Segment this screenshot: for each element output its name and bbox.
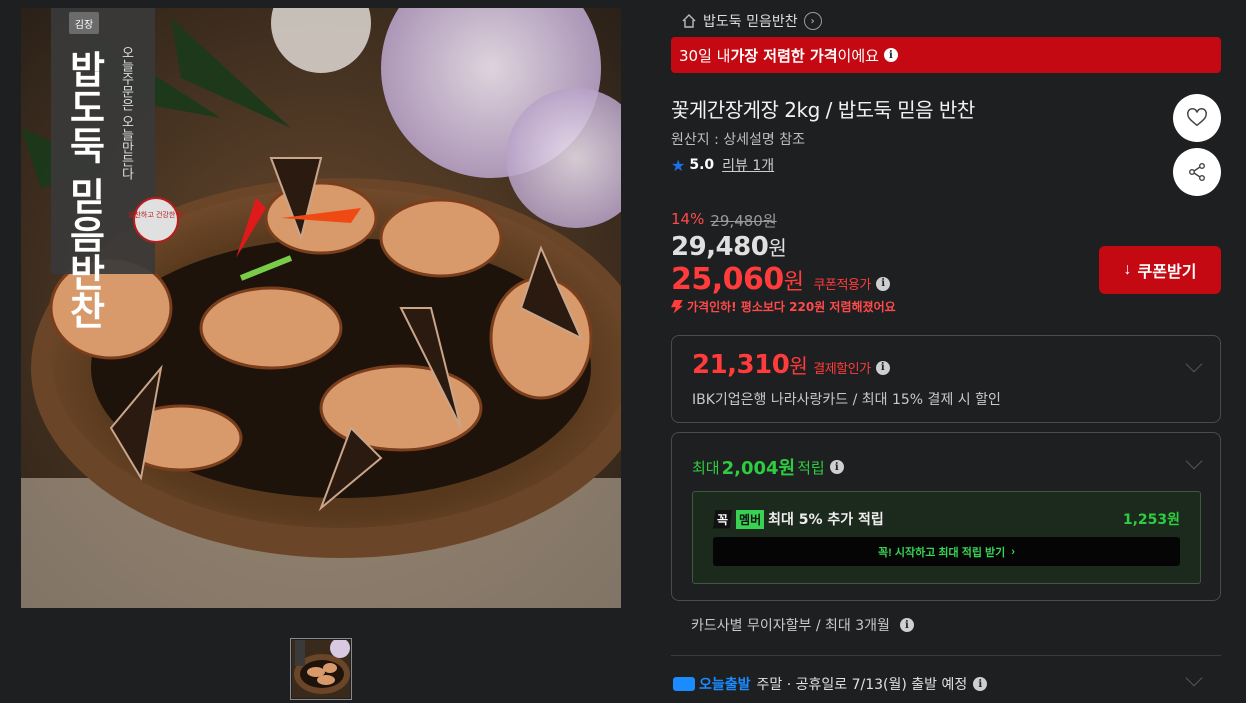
- shipping-info[interactable]: 오늘출발 주말 · 공휴일로 7/13(월) 출발 예정 i: [673, 674, 988, 694]
- truck-icon: [673, 677, 695, 691]
- store-name: 밥도둑 믿음반찬: [703, 14, 798, 30]
- points-amount: 2,004원: [721, 458, 796, 479]
- banner-suffix: 이에요: [837, 46, 879, 65]
- sale-price: 29,480원: [671, 232, 787, 262]
- info-icon[interactable]: i: [875, 276, 890, 291]
- start-membership-button[interactable]: 꼭! 시작하고 최대 적립 받기 ›: [713, 537, 1180, 566]
- label-side: 오늘주문은 오늘만든다: [119, 46, 134, 181]
- home-icon: [682, 14, 696, 28]
- member-text: 최대 5% 추가 적립: [768, 512, 884, 528]
- get-coupon-button[interactable]: ↓ 쿠폰받기: [1099, 246, 1221, 294]
- installment-text: 카드사별 무이자할부 / 최대 3개월: [691, 618, 890, 634]
- label-title: 밥도둑 믿음반찬: [62, 50, 106, 329]
- wish-button[interactable]: [1173, 94, 1221, 142]
- today-ship-label: 오늘출발: [699, 677, 751, 693]
- points-prefix: 최대: [692, 458, 720, 477]
- info-icon[interactable]: i: [973, 677, 988, 691]
- strike-price: 29,480원: [710, 212, 777, 230]
- product-origin: 원산지 : 상세설명 참조: [671, 132, 805, 148]
- card-price-label: 결제할인가: [813, 362, 871, 377]
- discount-row: 14% 29,480원: [671, 210, 777, 231]
- info-icon[interactable]: i: [899, 618, 914, 632]
- price-cut-text: 가격인하! 평소보다 220원 저렴해졌어요: [687, 300, 896, 314]
- divider: [671, 655, 1221, 656]
- points-suffix: 적립: [797, 458, 825, 477]
- heart-icon: [1187, 108, 1207, 127]
- thumbnail-image: [292, 640, 350, 698]
- card-discount-panel[interactable]: 21,310 원 결제할인가 i IBK기업은행 나라사랑카드 / 최대 15% 결…: [671, 335, 1221, 423]
- today-ship-badge: 오늘출발: [673, 674, 751, 694]
- banner-prefix: 30일 내: [679, 46, 731, 65]
- product-title: 꽃게간장게장 2kg / 밥도둑 믿음 반찬: [671, 98, 975, 122]
- label-brand: 김장: [75, 19, 93, 31]
- info-icon[interactable]: i: [883, 48, 898, 62]
- get-coupon-label: 쿠폰받기: [1137, 264, 1197, 281]
- card-discount-desc: IBK기업은행 나라사랑카드 / 최대 15% 결제 시 할인: [692, 392, 1001, 408]
- coupon-price-unit: 원: [783, 270, 804, 295]
- review-link[interactable]: 리뷰 1개: [722, 155, 774, 175]
- price-cut-note: 가격인하! 평소보다 220원 저렴해졌어요: [671, 298, 896, 315]
- share-icon: [1189, 163, 1205, 181]
- shipping-text: 주말 · 공휴일로 7/13(월) 출발 예정: [756, 677, 968, 693]
- points-panel[interactable]: 최대 2,004원 적립 i 꼭 멤버 최대 5% 추가 적립 1,253원 꼭…: [671, 432, 1221, 601]
- coupon-price-tag: 쿠폰적용가: [813, 278, 872, 293]
- card-price-unit: 원: [789, 354, 808, 378]
- share-button[interactable]: [1173, 148, 1221, 196]
- card-discount-price: 21,310 원 결제할인가 i: [692, 350, 890, 380]
- download-icon: ↓: [1123, 261, 1132, 278]
- chevron-down-icon[interactable]: [1185, 452, 1203, 470]
- product-main-image: 김장 밥도둑 믿음반찬 오늘주문은 오늘만든다 알찬하고 건강한 맛: [21, 8, 621, 608]
- rating-score: 5.0: [689, 157, 715, 173]
- member-badge-k: 꼭: [713, 509, 733, 529]
- sale-price-unit: 원: [768, 236, 787, 260]
- rating-row: ★ 5.0 리뷰 1개: [671, 155, 774, 175]
- label-stamp: 알찬하고 건강한 맛: [128, 210, 185, 219]
- member-points: 1,253원: [1122, 512, 1180, 528]
- points-header: 최대 2,004원 적립 i: [692, 454, 844, 480]
- installment-info: 카드사별 무이자할부 / 최대 3개월 i: [691, 615, 914, 635]
- store-link[interactable]: 밥도둑 믿음반찬 ›: [681, 11, 822, 31]
- member-row: 꼭 멤버 최대 5% 추가 적립: [713, 509, 884, 529]
- card-price-number: 21,310: [692, 350, 790, 380]
- member-points-box: 꼭 멤버 최대 5% 추가 적립 1,253원 꼭! 시작하고 최대 적립 받기…: [692, 491, 1201, 584]
- chevron-right-icon: ›: [1011, 545, 1015, 558]
- thumbnail-1[interactable]: [290, 638, 352, 700]
- sale-price-number: 29,480: [671, 232, 769, 262]
- chevron-right-icon: ›: [803, 12, 822, 30]
- info-icon[interactable]: i: [829, 460, 844, 474]
- member-badge-m: 멤버: [736, 509, 765, 529]
- star-icon: ★: [671, 155, 686, 175]
- discount-percent: 14%: [671, 210, 705, 228]
- crab-dish-illustration: 김장 밥도둑 믿음반찬 오늘주문은 오늘만든다 알찬하고 건강한 맛: [21, 8, 621, 608]
- lowest-price-banner: 30일 내 가장 저렴한 가격 이에요 i: [671, 37, 1221, 73]
- start-membership-label: 꼭! 시작하고 최대 적립 받기: [878, 546, 1006, 559]
- coupon-price: 25,060 원 쿠폰적용가 i: [671, 262, 890, 297]
- chevron-down-icon[interactable]: [1185, 669, 1203, 687]
- chevron-down-icon[interactable]: [1185, 355, 1203, 373]
- coupon-price-number: 25,060: [671, 262, 784, 297]
- banner-strong: 가장 저렴한 가격: [730, 46, 838, 65]
- lightning-icon: [671, 299, 683, 314]
- info-icon[interactable]: i: [875, 360, 890, 375]
